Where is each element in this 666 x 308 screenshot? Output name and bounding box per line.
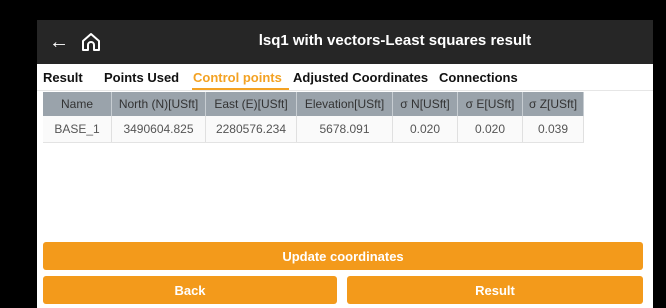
result-button[interactable]: Result [347, 276, 643, 304]
page-title: lsq1 with vectors-Least squares result [258, 32, 532, 49]
home-icon[interactable] [79, 30, 103, 54]
table-row[interactable]: BASE_1 3490604.825 2280576.234 5678.091 … [43, 116, 584, 143]
tab-connections[interactable]: Connections [439, 70, 518, 85]
back-arrow-icon[interactable]: ← [47, 30, 71, 54]
tab-bar: Result Points Used Control points Adjust… [37, 64, 653, 91]
column-header-sigma-e: σ E[USft] [457, 92, 523, 116]
column-header-north: North (N)[USft] [111, 92, 206, 116]
tab-adjusted-coordinates[interactable]: Adjusted Coordinates [293, 70, 428, 85]
app-bar: ← lsq1 with vectors-Least squares result [37, 20, 653, 64]
tab-result[interactable]: Result [43, 70, 83, 85]
cell-elevation: 5678.091 [296, 116, 393, 143]
active-tab-indicator [192, 88, 289, 90]
top-strip [0, 0, 666, 20]
cell-sigma-n: 0.020 [392, 116, 458, 143]
app-screen: ← lsq1 with vectors-Least squares result… [37, 20, 653, 308]
cell-north: 3490604.825 [111, 116, 206, 143]
control-points-table: Name North (N)[USft] East (E)[USft] Elev… [43, 92, 584, 143]
column-header-elevation: Elevation[USft] [296, 92, 393, 116]
cell-name: BASE_1 [43, 116, 112, 143]
cell-east: 2280576.234 [205, 116, 297, 143]
tab-points-used[interactable]: Points Used [104, 70, 179, 85]
cell-sigma-e: 0.020 [457, 116, 523, 143]
cell-sigma-z: 0.039 [522, 116, 584, 143]
column-header-sigma-z: σ Z[USft] [522, 92, 584, 116]
column-header-sigma-n: σ N[USft] [392, 92, 458, 116]
back-button[interactable]: Back [43, 276, 337, 304]
column-header-east: East (E)[USft] [205, 92, 297, 116]
column-header-name: Name [43, 92, 112, 116]
tab-control-points[interactable]: Control points [193, 70, 282, 85]
update-coordinates-button[interactable]: Update coordinates [43, 242, 643, 270]
